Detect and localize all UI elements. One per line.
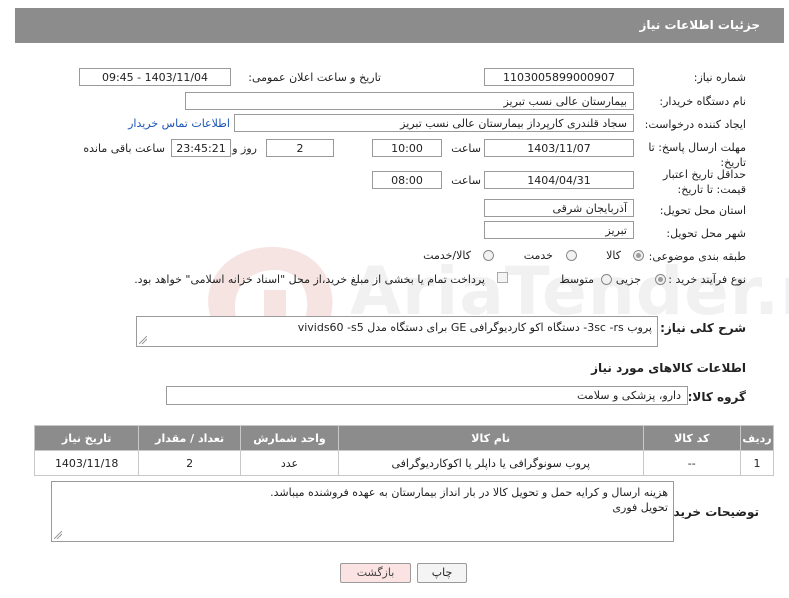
remaining-label: ساعت باقی مانده	[83, 142, 165, 155]
city-label: شهر محل تحویل:	[666, 227, 746, 240]
city-field[interactable]: تبریز	[484, 221, 634, 239]
reply-time-field[interactable]: 10:00	[372, 139, 442, 157]
creator-field[interactable]: سجاد قلندری کارپرداز بیمارستان عالی نسب …	[234, 114, 634, 132]
days-field[interactable]: 2	[266, 139, 334, 157]
category-goods-label: کالا	[606, 249, 621, 262]
category-goods-service-radio[interactable]	[483, 250, 494, 261]
page-header: جزئیات اطلاعات نیاز	[15, 8, 784, 43]
cell-qty: 2	[138, 450, 241, 476]
price-validity-label: حداقل تاریخ اعتبار قیمت: تا تاریخ:	[662, 168, 746, 196]
description-text: پروب 3sc -rs- دستگاه اکو کاردیوگرافی GE …	[297, 321, 652, 334]
price-date-field[interactable]: 1404/04/31	[484, 171, 634, 189]
remaining-time-field[interactable]: 23:45:21	[171, 139, 231, 157]
cell-name: پروب سونوگرافی یا داپلر یا اکوکاردیوگراف…	[337, 450, 644, 476]
description-label: شرح کلی نیاز:	[660, 321, 746, 335]
reply-deadline-label: مهلت ارسال پاسخ: تا تاریخ:	[648, 141, 746, 169]
price-time-field[interactable]: 08:00	[372, 171, 442, 189]
process-label: نوع فرآیند خرید :	[668, 273, 746, 286]
province-label: استان محل تحویل:	[659, 204, 746, 217]
page-title: جزئیات اطلاعات نیاز	[639, 18, 760, 32]
goods-group-label: گروه کالا:	[687, 390, 746, 404]
announce-label: تاریخ و ساعت اعلان عمومی:	[248, 71, 381, 84]
buyer-notes-textarea[interactable]: هزینه ارسال و کرایه حمل و تحویل کالا در …	[51, 481, 674, 542]
treasury-note: پرداخت تمام یا بخشی از مبلغ خرید،از محل …	[134, 273, 485, 286]
col-name-header: نام کالا	[337, 425, 644, 451]
reply-time-label: ساعت	[451, 142, 481, 155]
process-medium-radio[interactable]	[601, 274, 612, 285]
price-time-label: ساعت	[451, 174, 481, 187]
resize-handle-icon[interactable]	[54, 531, 62, 539]
col-row-header: ردیف	[740, 425, 774, 451]
items-table: ردیف کد کالا نام کالا واحد شمارش تعداد /…	[33, 425, 774, 476]
goods-group-field[interactable]: دارو، پزشکی و سلامت	[166, 386, 688, 405]
back-button[interactable]: بازگشت	[340, 563, 411, 583]
days-and-label: روز و	[232, 142, 257, 155]
buyer-notes-line2: تحویل فوری	[612, 501, 668, 514]
cell-code: --	[642, 450, 742, 476]
reply-date-field[interactable]: 1403/11/07	[484, 139, 634, 157]
cell-unit: عدد	[239, 450, 339, 476]
need-number-field[interactable]: 1103005899000907	[484, 68, 634, 86]
table-row[interactable]: 1 -- پروب سونوگرافی یا داپلر یا اکوکاردی…	[33, 450, 774, 476]
print-button[interactable]: چاپ	[417, 563, 467, 583]
col-unit-header: واحد شمارش	[239, 425, 339, 451]
announce-field[interactable]: 1403/11/04 - 09:45	[79, 68, 231, 86]
treasury-checkbox[interactable]	[497, 272, 508, 283]
col-qty-header: تعداد / مقدار	[138, 425, 241, 451]
buyer-org-label: نام دستگاه خریدار:	[659, 95, 746, 108]
province-field[interactable]: آذربایجان شرقی	[484, 199, 634, 217]
col-code-header: کد کالا	[642, 425, 742, 451]
goods-info-title: اطلاعات کالاهای مورد نیاز	[591, 361, 746, 375]
resize-handle-icon[interactable]	[139, 336, 147, 344]
process-minor-label: جزیی	[615, 273, 641, 286]
category-goods-service-label: کالا/خدمت	[423, 249, 471, 262]
category-service-label: خدمت	[523, 249, 553, 262]
buyer-notes-line1: هزینه ارسال و کرایه حمل و تحویل کالا در …	[270, 486, 668, 499]
buyer-org-field[interactable]: بیمارستان عالی نسب تبریز	[185, 92, 634, 110]
process-medium-label: متوسط	[559, 273, 594, 286]
process-minor-radio[interactable]	[655, 274, 666, 285]
description-textarea[interactable]: پروب 3sc -rs- دستگاه اکو کاردیوگرافی GE …	[136, 316, 658, 347]
category-service-radio[interactable]	[566, 250, 577, 261]
category-goods-radio[interactable]	[633, 250, 644, 261]
creator-label: ایجاد کننده درخواست:	[644, 118, 746, 131]
category-label: طبقه بندی موضوعی:	[648, 250, 746, 263]
contact-info-link[interactable]: اطلاعات تماس خریدار	[128, 117, 230, 130]
need-number-label: شماره نیاز:	[693, 71, 746, 84]
cell-date: 1403/11/18	[33, 450, 140, 476]
col-date-header: تاریخ نیاز	[33, 425, 140, 451]
table-header-row: ردیف کد کالا نام کالا واحد شمارش تعداد /…	[33, 425, 774, 451]
cell-row: 1	[740, 450, 774, 476]
